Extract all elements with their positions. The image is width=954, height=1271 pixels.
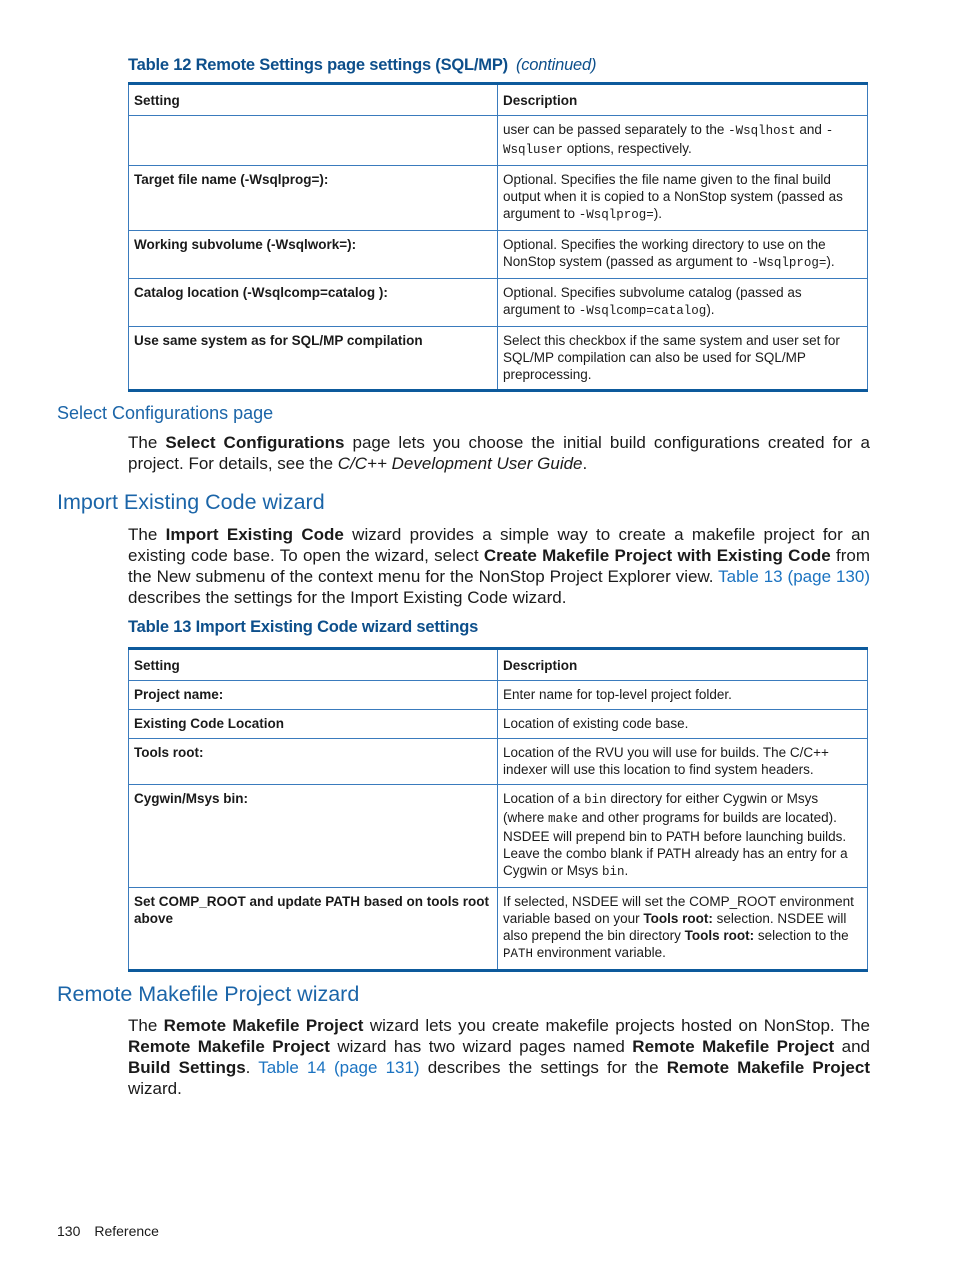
text: The (128, 433, 166, 452)
bold-term: Select Configurations (165, 433, 345, 452)
text: . (245, 1058, 259, 1077)
table-13-link[interactable]: Table 13 (page 130) (718, 567, 870, 586)
setting-cell: Use same system as for SQL/MP compilatio… (128, 326, 498, 391)
bold-term: Remote Makefile Project (163, 1016, 364, 1035)
text: Location of a (503, 791, 585, 806)
text: describes the settings for the Import Ex… (128, 588, 567, 607)
select-configurations-heading: Select Configurations page (57, 403, 274, 423)
bold-term: Remote Makefile Project (632, 1037, 835, 1056)
column-header-setting: Setting (128, 83, 498, 116)
page-number: 130 (57, 1223, 81, 1239)
text: selection to the (754, 928, 849, 943)
table-12-caption: Table 12 Remote Settings page settings (… (128, 56, 597, 75)
bold-term: Create Makefile Project with Existing Co… (483, 546, 831, 565)
table-row: Cygwin/Msys bin: Location of a bin direc… (128, 784, 868, 888)
table-12-continued: (continued) (515, 56, 597, 74)
text: environment variable. (533, 945, 666, 960)
text: wizard. (128, 1079, 182, 1098)
import-existing-code-heading: Import Existing Code wizard (57, 490, 325, 514)
column-header-setting: Setting (128, 648, 498, 681)
text: wizard lets you create makefile projects… (363, 1016, 870, 1035)
text: options, respectively. (563, 141, 692, 156)
setting-cell: Existing Code Location (128, 709, 498, 739)
setting-cell: Tools root: (128, 738, 498, 785)
column-header-description: Description (497, 648, 868, 681)
description-cell: If selected, NSDEE will set the COMP_ROO… (497, 887, 868, 971)
text: . (582, 454, 588, 473)
code-text: -Wsqlhost (728, 124, 796, 138)
code-text: bin (602, 865, 625, 879)
bold-term: Build Settings (128, 1058, 246, 1077)
section-name: Reference (94, 1223, 159, 1239)
setting-cell: Set COMP_ROOT and update PATH based on t… (128, 887, 498, 971)
description-cell: Enter name for top-level project folder. (497, 680, 868, 710)
table-12: Setting Description user can be passed s… (128, 82, 869, 392)
text: ). (706, 302, 715, 317)
setting-cell: Project name: (128, 680, 498, 710)
code-text: bin (584, 793, 607, 807)
table-row: Target file name (-Wsqlprog=): Optional.… (128, 165, 869, 231)
table-row: Tools root: Location of the RVU you will… (128, 738, 868, 785)
column-header-description: Description (496, 83, 869, 116)
description-cell: Select this checkbox if the same system … (496, 326, 869, 391)
table-14-link[interactable]: Table 14 (page 131) (258, 1058, 419, 1077)
table-13: Setting Description Project name: Enter … (128, 647, 868, 972)
description-cell: Location of existing code base. (497, 709, 868, 739)
page-footer: 130 Reference (57, 1223, 159, 1239)
code-text: -Wsqlcomp=catalog (578, 304, 707, 318)
description-cell: Location of the RVU you will use for bui… (497, 738, 868, 785)
code-text: make (548, 812, 579, 826)
table-row: Catalog location (-Wsqlcomp=catalog ): O… (128, 278, 869, 327)
select-configurations-paragraph: The Select Configurations page lets you … (128, 432, 870, 474)
remote-makefile-paragraph: The Remote Makefile Project wizard lets … (128, 1015, 870, 1099)
text: The (128, 1016, 164, 1035)
table-row: Project name: Enter name for top-level p… (128, 680, 868, 710)
text: user can be passed separately to the (502, 122, 729, 137)
remote-makefile-heading: Remote Makefile Project wizard (57, 982, 360, 1006)
bold-term: Tools root: (684, 928, 755, 943)
table-12-title: Table 12 Remote Settings page settings (… (128, 56, 508, 74)
text: . (624, 863, 629, 878)
bold-term: Remote Makefile Project (666, 1058, 870, 1077)
text: ). (653, 206, 663, 221)
table-row: Use same system as for SQL/MP compilatio… (128, 326, 869, 391)
table-header-row: Setting Description (128, 83, 869, 116)
text: describes the settings for the (419, 1058, 667, 1077)
text: Optional. Specifies the file name given … (502, 172, 843, 221)
table-row: Working subvolume (-Wsqlwork=): Optional… (128, 230, 869, 279)
import-existing-code-paragraph: The Import Existing Code wizard provides… (128, 524, 870, 608)
code-text: -Wsqlprog= (751, 256, 827, 270)
description-cell: Optional. Specifies the working director… (496, 230, 869, 279)
setting-cell: Catalog location (-Wsqlcomp=catalog ): (128, 278, 498, 327)
description-cell: Location of a bin directory for either C… (497, 784, 868, 888)
code-text: PATH (503, 947, 534, 961)
setting-cell: Target file name (-Wsqlprog=): (128, 165, 498, 231)
description-cell: user can be passed separately to the -Ws… (496, 115, 869, 166)
text: ). (826, 254, 835, 269)
table-row: Set COMP_ROOT and update PATH based on t… (128, 887, 868, 971)
table-13-caption: Table 13 Import Existing Code wizard set… (128, 618, 479, 636)
setting-cell: Working subvolume (-Wsqlwork=): (128, 230, 498, 279)
text: and (834, 1037, 871, 1056)
bold-term: Remote Makefile Project (128, 1037, 330, 1056)
text: and (795, 122, 826, 137)
bold-term: Tools root: (643, 911, 713, 926)
book-title: C/C++ Development User Guide (337, 454, 583, 473)
text: wizard has two wizard pages named (329, 1037, 633, 1056)
table-row: Existing Code Location Location of exist… (128, 709, 868, 739)
setting-cell: Cygwin/Msys bin: (128, 784, 498, 888)
text: The (128, 525, 166, 544)
description-cell: Optional. Specifies the file name given … (496, 165, 869, 231)
bold-term: Import Existing Code (165, 525, 344, 544)
description-cell: Optional. Specifies subvolume catalog (p… (496, 278, 869, 327)
code-text: -Wsqlprog= (578, 208, 654, 222)
table-row: user can be passed separately to the -Ws… (128, 115, 869, 166)
table-header-row: Setting Description (128, 648, 868, 681)
setting-cell (128, 115, 498, 166)
